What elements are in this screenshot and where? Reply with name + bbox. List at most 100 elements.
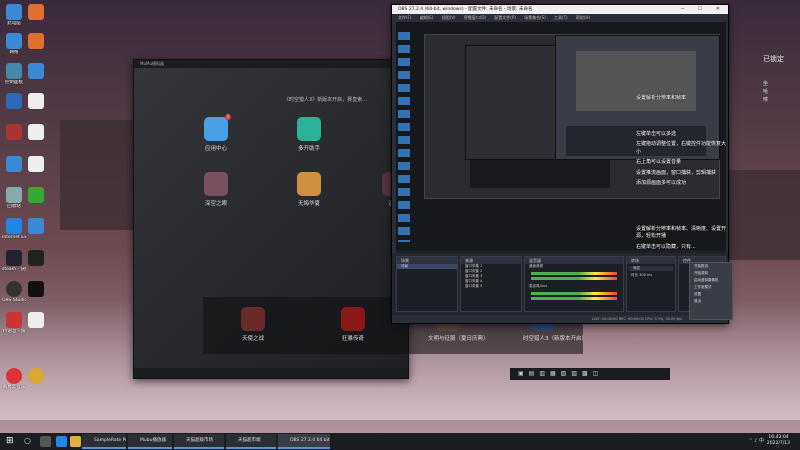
- app-icon: [6, 156, 22, 172]
- obs-statusbar: LIVE: 00:00:00 REC: 00:00:00 CPU: 3.3%, …: [392, 315, 728, 323]
- menu-edit[interactable]: 编辑(E): [420, 15, 434, 20]
- taskbar-app[interactable]: 天猫超市端: [226, 434, 276, 449]
- taskbar-app[interactable]: OBS 27.2.4 64 bit...: [278, 434, 330, 449]
- transitions-panel[interactable]: 转场 渐变 时长 300 ms: [626, 256, 676, 312]
- mixer-track-label: 麦克风/Aux: [529, 284, 548, 288]
- task-view-icon[interactable]: [40, 436, 51, 447]
- taskbar-app[interactable]: Mubu播放器: [128, 434, 172, 449]
- start-streaming-button[interactable]: 开始推流: [690, 263, 732, 270]
- taskbar-app[interactable]: SampleRate Per 8...: [82, 434, 126, 449]
- desktop-icon[interactable]: [24, 187, 48, 204]
- menu-view[interactable]: 视图(V): [442, 15, 456, 20]
- desktop-icon[interactable]: [2, 124, 26, 141]
- dock-app[interactable]: 狂暴传奇: [333, 307, 373, 342]
- search-icon[interactable]: ○: [24, 436, 35, 447]
- yy-icon: [6, 312, 22, 328]
- emulator-bottom-bar: [134, 368, 408, 378]
- file-icon: [28, 124, 44, 140]
- recycle-bin-icon: [6, 187, 22, 203]
- menu-docks[interactable]: 停靠窗口(D): [464, 15, 486, 20]
- note-line: 左键拖动调整位置，右键控件功能恢复大小: [636, 141, 727, 155]
- multi-open-icon: [297, 117, 321, 141]
- note-line: 设置解析分辨率和帧率: [636, 95, 687, 101]
- settings-button[interactable]: 设置: [690, 291, 732, 298]
- desktop-icon[interactable]: [24, 312, 48, 329]
- browser-icon[interactable]: [56, 436, 67, 447]
- desktop-icon[interactable]: steam - 快捷方式: [2, 250, 26, 272]
- note-line: 设置解析分辨率和帧率、清晰度、设置开源，轻松开播: [636, 225, 727, 240]
- desktop-icon[interactable]: 网络: [2, 33, 26, 55]
- desktop-icon[interactable]: 网易云音乐: [2, 368, 26, 390]
- note-line: 添加源画面多可以成功: [636, 180, 687, 186]
- desktop-icon[interactable]: [24, 281, 48, 298]
- mixer-track-label: 桌面音频: [529, 264, 543, 268]
- emulator-search-banner[interactable]: 《时空猎人3》新版本开启，赛皇索...: [284, 96, 367, 103]
- desktop-icon[interactable]: 控制面板: [2, 63, 26, 85]
- clock[interactable]: 16:43:04 2022/7/13: [767, 435, 790, 447]
- game-icon: [241, 307, 265, 331]
- menu-profile[interactable]: 配置文件(P): [494, 15, 516, 20]
- scene-item[interactable]: 场景: [397, 264, 457, 269]
- steam-icon: [6, 250, 22, 266]
- transition-select[interactable]: 渐变: [629, 266, 673, 271]
- desktop-icon[interactable]: [24, 156, 48, 173]
- virtual-camera-button[interactable]: 启动虚拟摄像机: [690, 277, 732, 284]
- epic-icon: [28, 281, 44, 297]
- desktop-icon[interactable]: YY语音 - 快捷方式: [2, 312, 26, 334]
- emulator-titlebar[interactable]: MuMu模拟器: [134, 60, 408, 68]
- system-tray[interactable]: ⌃ ♪ 中: [748, 437, 764, 444]
- desktop-icon[interactable]: [24, 93, 48, 110]
- mixer-panel[interactable]: 混音器 桌面音频 麦克风/Aux: [524, 256, 624, 312]
- desktop-icon[interactable]: [2, 156, 26, 173]
- volume-meter: [531, 277, 617, 280]
- menu-scene-collection[interactable]: 场景集合(S): [524, 15, 546, 20]
- desktop-icon[interactable]: 此电脑: [2, 4, 26, 26]
- desktop-icon[interactable]: 回收站: [2, 187, 26, 209]
- desktop-icon[interactable]: [24, 218, 48, 235]
- desktop-icon[interactable]: OBS Studio: [2, 281, 26, 303]
- sources-panel[interactable]: 来源 窗口采集 1 窗口采集 2 窗口采集 3 窗口采集 4 窗口采集 5: [460, 256, 522, 312]
- desktop-icon[interactable]: [24, 250, 48, 267]
- multi-open-assistant[interactable]: 多开助手: [289, 117, 329, 152]
- desktop-icon[interactable]: Internet Explorer: [2, 218, 26, 240]
- app-icon: [28, 250, 44, 266]
- taskbar-app[interactable]: 天猫超级市场: [174, 434, 224, 449]
- side-characters: 坐 哈 嗦: [763, 81, 769, 103]
- menu-tools[interactable]: 工具(T): [554, 15, 568, 20]
- preview-left-icons: [398, 32, 410, 242]
- desktop-icon[interactable]: [24, 124, 48, 141]
- emulator-toolbar: ▣▤▥▦▧▨▩◫: [510, 368, 670, 380]
- window-controls[interactable]: ─ ☐ ✕: [681, 5, 726, 14]
- desktop-icon[interactable]: [24, 4, 48, 21]
- source-item[interactable]: 窗口采集 5: [461, 284, 521, 289]
- obs-menubar: 文件(F) 编辑(E) 视图(V) 停靠窗口(D) 配置文件(P) 场景集合(S…: [392, 14, 728, 21]
- wallpaper-house-left: [60, 120, 140, 230]
- obs-docks: 场景 场景 来源 窗口采集 1 窗口采集 2 窗口采集 3 窗口采集 4 窗口采…: [392, 253, 728, 315]
- app-icon: [28, 218, 44, 234]
- menu-file[interactable]: 文件(F): [398, 15, 411, 20]
- start-button[interactable]: ⊞: [6, 436, 14, 446]
- app-deep-space-eye[interactable]: 深空之眼: [196, 172, 236, 207]
- exit-button[interactable]: 退出: [690, 298, 732, 305]
- obs-titlebar[interactable]: OBS 27.2.4 (64-bit, windows) - 配置文件: 未命名…: [392, 5, 728, 14]
- dock-app[interactable]: 天使之战: [233, 307, 273, 342]
- menu-help[interactable]: 帮助(H): [576, 15, 590, 20]
- app-icon: [28, 368, 44, 384]
- nested-dock: [470, 160, 610, 188]
- desktop-icon[interactable]: [24, 368, 48, 385]
- app-center[interactable]: 1 应用中心: [196, 114, 236, 152]
- start-recording-button[interactable]: 开始录制: [690, 270, 732, 277]
- desktop-icon[interactable]: [24, 33, 48, 50]
- desktop-icon[interactable]: [2, 93, 26, 110]
- app-icon: [6, 124, 22, 140]
- scenes-panel[interactable]: 场景 场景: [396, 256, 458, 312]
- note-line: 左键单击可以多选: [636, 130, 677, 137]
- folder-icon[interactable]: [70, 436, 81, 447]
- taskbar: ⊞ ○ SampleRate Per 8... Mubu播放器 天猫超级市场 天…: [0, 433, 800, 450]
- music-icon: [6, 368, 22, 384]
- internet-explorer-icon: [6, 218, 22, 234]
- desktop-icon[interactable]: [24, 63, 48, 80]
- app-wuhui-huaxia[interactable]: 无悔华夏: [289, 172, 329, 207]
- studio-mode-button[interactable]: 工作室模式: [690, 284, 732, 291]
- duration-value[interactable]: 300 ms: [639, 273, 652, 277]
